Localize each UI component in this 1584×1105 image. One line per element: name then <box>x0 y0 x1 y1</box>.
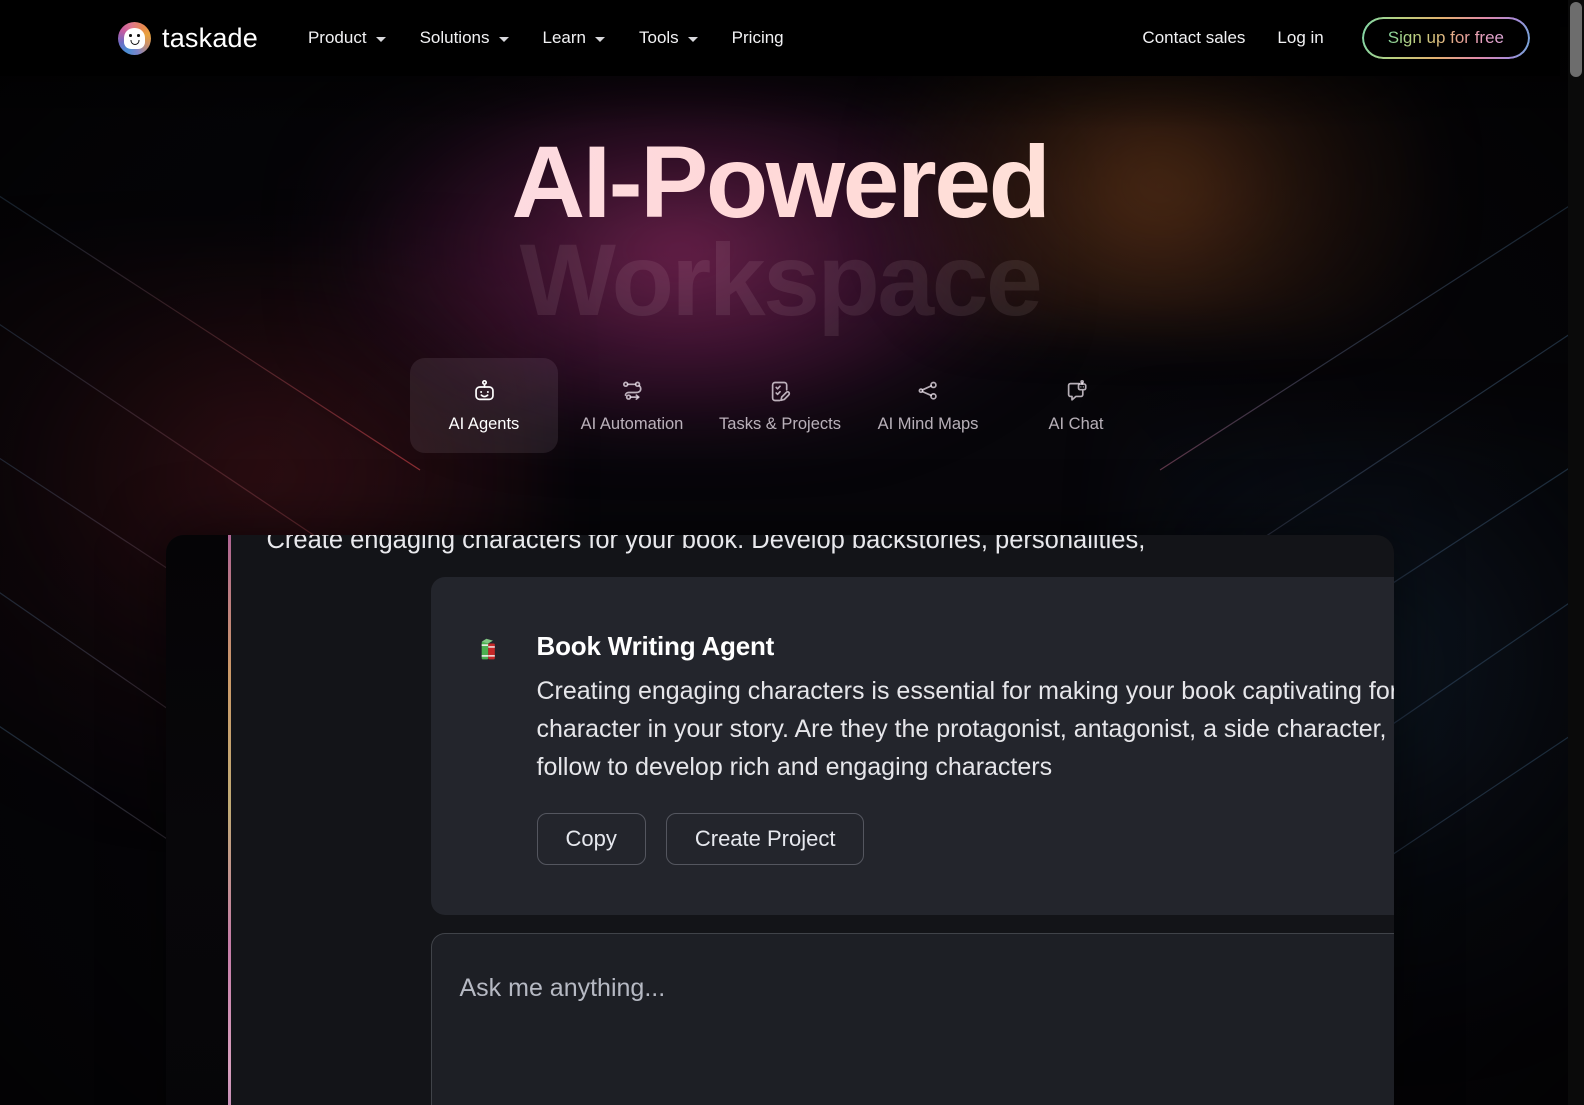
main-navigation: Product Solutions Learn Tools Pricing <box>291 20 801 56</box>
chat-bot-icon <box>1063 378 1090 405</box>
chevron-down-icon <box>375 36 386 42</box>
chevron-down-icon <box>687 36 698 42</box>
agent-response-card: Book Writing Agent Creating engaging cha… <box>430 577 1395 915</box>
tab-label-ai-automation: AI Automation <box>580 415 684 434</box>
nav-item-product[interactable]: Product <box>291 20 403 56</box>
nav-label-pricing: Pricing <box>731 28 784 47</box>
brand-logo[interactable]: taskade <box>118 21 258 55</box>
nav-label-learn: Learn <box>542 28 586 47</box>
agent-title: Book Writing Agent <box>536 631 775 661</box>
nav-item-tools[interactable]: Tools <box>622 20 715 56</box>
tab-ai-automation[interactable]: AI Automation <box>558 358 706 453</box>
chevron-down-icon <box>594 36 605 42</box>
nav-label-product: Product <box>307 28 367 47</box>
nav-label-tools: Tools <box>638 28 679 47</box>
chat-input-placeholder[interactable]: Ask me anything... <box>432 934 1395 1001</box>
brand-name: taskade <box>162 22 258 53</box>
header-actions: Contact sales Log in Sign up for free <box>1126 17 1530 59</box>
checklist-pencil-icon <box>767 378 794 405</box>
taskade-logo-icon <box>118 21 151 55</box>
agent-header: Book Writing Agent <box>481 631 1395 662</box>
robot-face-icon <box>471 378 498 405</box>
automation-flow-icon <box>619 378 646 405</box>
tab-label-ai-mind-maps: AI Mind Maps <box>877 415 979 434</box>
clipped-prompt-text: Create engaging characters for your book… <box>266 535 1146 554</box>
scrollbar-thumb[interactable] <box>1570 2 1582 77</box>
log-in-link[interactable]: Log in <box>1261 20 1339 56</box>
hero-section: AI-Powered Workspace AI Agents AI Automa… <box>0 76 1560 453</box>
copy-button[interactable]: Copy <box>536 813 646 865</box>
create-project-button[interactable]: Create Project <box>665 813 865 865</box>
nav-item-learn[interactable]: Learn <box>526 20 622 56</box>
page-root: taskade Product Solutions Learn Tools Pr… <box>0 0 1584 1105</box>
hero-title-line-2: Workspace <box>519 223 1043 338</box>
tab-label-tasks-projects: Tasks & Projects <box>719 415 841 434</box>
mind-map-nodes-icon <box>915 378 942 405</box>
tab-tasks-projects[interactable]: Tasks & Projects <box>706 358 854 453</box>
tab-label-ai-chat: AI Chat <box>1048 415 1104 434</box>
sign-up-label: Sign up for free <box>1387 28 1504 47</box>
books-icon <box>477 635 509 667</box>
sign-up-button[interactable]: Sign up for free <box>1361 17 1530 59</box>
hero-title-line-1: AI-Powered <box>0 130 1560 234</box>
site-header: taskade Product Solutions Learn Tools Pr… <box>0 0 1560 76</box>
tab-ai-agents[interactable]: AI Agents <box>410 358 558 453</box>
page-scrollbar[interactable] <box>1568 0 1584 1105</box>
nav-item-solutions[interactable]: Solutions <box>403 20 526 56</box>
tab-ai-chat[interactable]: AI Chat <box>1002 358 1150 453</box>
nav-item-pricing[interactable]: Pricing <box>715 20 801 56</box>
agent-message: Creating engaging characters is essentia… <box>536 677 1395 781</box>
app-preview-mockup: Create engaging characters for your book… <box>166 535 1394 1105</box>
tab-label-ai-agents: AI Agents <box>448 415 520 434</box>
contact-sales-link[interactable]: Contact sales <box>1126 20 1261 56</box>
nav-label-solutions: Solutions <box>419 28 490 47</box>
tab-ai-mind-maps[interactable]: AI Mind Maps <box>854 358 1002 453</box>
agent-action-buttons: Copy Create Project <box>536 813 1395 865</box>
feature-tabs: AI Agents AI Automation Tasks & Projects… <box>0 358 1560 453</box>
chat-composer[interactable]: Ask me anything... <box>430 933 1395 1105</box>
app-sidebar-rail <box>166 535 228 1105</box>
page-title: AI-Powered Workspace <box>0 76 1560 332</box>
app-main-area: Create engaging characters for your book… <box>230 535 1395 1105</box>
chevron-down-icon <box>498 36 509 42</box>
